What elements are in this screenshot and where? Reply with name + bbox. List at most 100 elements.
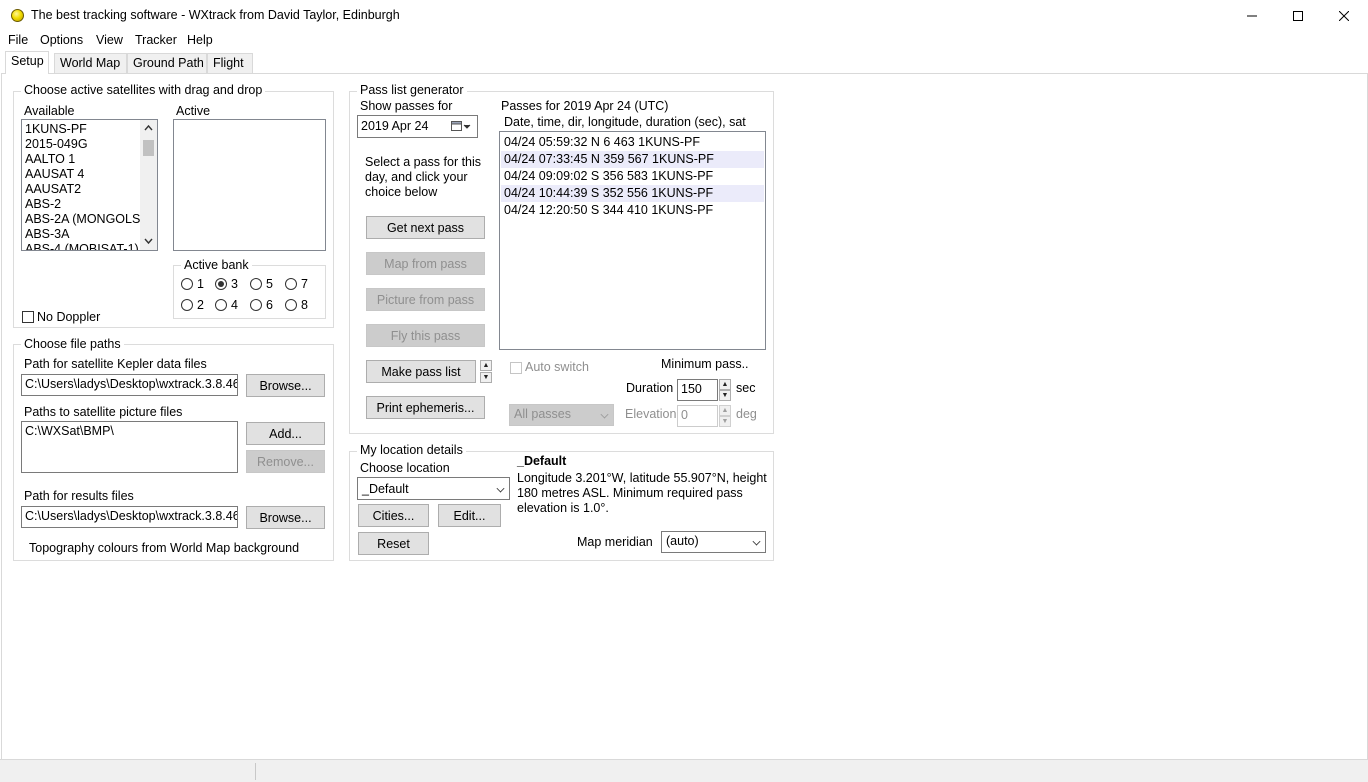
close-button[interactable] — [1321, 0, 1367, 31]
close-icon — [1339, 10, 1349, 21]
list-item[interactable]: AAUSAT2 — [22, 182, 141, 197]
remove-path-button[interactable]: Remove... — [246, 450, 325, 473]
app-icon — [11, 9, 24, 22]
map-from-pass-button[interactable]: Map from pass — [366, 252, 485, 275]
tab-flight[interactable]: Flight — [207, 53, 253, 73]
bank-radio-3[interactable] — [215, 278, 227, 290]
pass-row[interactable]: 04/24 05:59:32 N 6 463 1KUNS-PF — [501, 134, 764, 151]
pass-row[interactable]: 04/24 09:09:02 S 356 583 1KUNS-PF — [501, 168, 764, 185]
bank-radio-8[interactable] — [285, 299, 297, 311]
calendar-icon[interactable] — [451, 120, 473, 132]
add-path-button[interactable]: Add... — [246, 422, 325, 445]
map-meridian-dropdown[interactable]: (auto) — [661, 531, 766, 553]
picture-paths-label: Paths to satellite picture files — [24, 405, 183, 419]
list-item[interactable]: AALTO 1 — [22, 152, 141, 167]
fly-this-pass-button[interactable]: Fly this pass — [366, 324, 485, 347]
list-item[interactable]: AAUSAT 4 — [22, 167, 141, 182]
menu-tracker[interactable]: Tracker — [135, 33, 177, 47]
duration-spin-up[interactable]: ▲ — [719, 379, 731, 390]
bank-radio-label: 1 — [197, 277, 204, 291]
list-item[interactable]: 1KUNS-PF — [22, 122, 141, 137]
reset-location-button[interactable]: Reset — [358, 532, 429, 555]
list-item[interactable]: ABS-2 — [22, 197, 141, 212]
scroll-up-icon[interactable] — [144, 124, 153, 132]
minimize-icon — [1247, 15, 1257, 16]
duration-label: Duration — [626, 381, 674, 395]
pass-row[interactable]: 04/24 07:33:45 N 359 567 1KUNS-PF — [501, 151, 764, 168]
tab-ground-path[interactable]: Ground Path — [127, 53, 207, 73]
date-value: 2019 Apr 24 — [361, 119, 429, 133]
menu-file[interactable]: File — [8, 33, 28, 47]
kepler-path-field[interactable]: C:\Users\ladys\Desktop\wxtrack.3.8.46\ — [21, 374, 238, 396]
bank-radio-6[interactable] — [250, 299, 262, 311]
tab-world-map[interactable]: World Map — [54, 53, 127, 73]
status-bar-divider — [255, 763, 256, 780]
chevron-down-icon — [752, 537, 761, 546]
results-path-field[interactable]: C:\Users\ladys\Desktop\wxtrack.3.8.46\ — [21, 506, 238, 528]
passes-header: Passes for 2019 Apr 24 (UTC) — [501, 99, 669, 113]
elevation-unit: deg — [736, 407, 757, 421]
maximize-button[interactable] — [1275, 0, 1321, 31]
location-name: _Default — [517, 454, 567, 468]
minimize-button[interactable] — [1229, 0, 1275, 31]
maximize-icon — [1293, 10, 1303, 21]
duration-spin-down[interactable]: ▼ — [719, 390, 731, 401]
pass-list-spin-down[interactable]: ▼ — [480, 372, 492, 383]
date-picker[interactable]: 2019 Apr 24 — [357, 115, 478, 138]
choose-location-label: Choose location — [360, 461, 450, 475]
elevation-spin-up[interactable]: ▲ — [719, 405, 731, 416]
bank-radio-2[interactable] — [181, 299, 193, 311]
topography-note: Topography colours from World Map backgr… — [29, 541, 300, 555]
picture-from-pass-button[interactable]: Picture from pass — [366, 288, 485, 311]
pass-list-title: Pass list generator — [357, 83, 467, 97]
satellites-group-title: Choose active satellites with drag and d… — [21, 83, 266, 97]
map-meridian-value: (auto) — [666, 534, 699, 548]
menu-help[interactable]: Help — [187, 33, 213, 47]
browse-kepler-button[interactable]: Browse... — [246, 374, 325, 397]
elevation-spin-down[interactable]: ▼ — [719, 416, 731, 427]
list-item[interactable]: ABS-3A — [22, 227, 141, 242]
no-doppler-checkbox[interactable] — [22, 311, 34, 323]
available-list-scrollbar[interactable] — [140, 120, 157, 250]
active-satellites-list[interactable] — [173, 119, 326, 251]
available-label: Available — [24, 104, 75, 118]
picture-paths-field[interactable]: C:\WXSat\BMP\ — [21, 421, 238, 473]
bank-radio-label: 4 — [231, 298, 238, 312]
duration-field[interactable]: 150 — [677, 379, 718, 401]
tab-setup[interactable]: Setup — [5, 51, 49, 74]
pass-row[interactable]: 04/24 12:20:50 S 344 410 1KUNS-PF — [501, 202, 764, 219]
elevation-field[interactable]: 0 — [677, 405, 718, 427]
cities-button[interactable]: Cities... — [358, 504, 429, 527]
pass-filter-dropdown[interactable]: All passes — [509, 404, 614, 426]
bank-radio-7[interactable] — [285, 278, 297, 290]
kepler-path-label: Path for satellite Kepler data files — [24, 357, 207, 371]
list-item[interactable]: 2015-049G — [22, 137, 141, 152]
list-item[interactable]: ABS-4 (MOBISAT-1) — [22, 242, 141, 250]
edit-location-button[interactable]: Edit... — [438, 504, 501, 527]
menu-view[interactable]: View — [96, 33, 123, 47]
bank-radio-4[interactable] — [215, 299, 227, 311]
browse-results-button[interactable]: Browse... — [246, 506, 325, 529]
chevron-down-icon — [496, 484, 505, 493]
scroll-down-icon[interactable] — [144, 237, 153, 245]
bank-radio-5[interactable] — [250, 278, 262, 290]
make-pass-list-button[interactable]: Make pass list — [366, 360, 476, 383]
menu-options[interactable]: Options — [40, 33, 83, 47]
available-satellites-list[interactable]: 1KUNS-PF 2015-049G AALTO 1 AAUSAT 4 AAUSAT2 A… — [21, 119, 158, 251]
passes-list[interactable]: 04/24 05:59:32 N 6 463 1KUNS-PF 04/24 07:… — [499, 131, 766, 350]
pass-row[interactable]: 04/24 10:44:39 S 352 556 1KUNS-PF — [501, 185, 764, 202]
get-next-pass-button[interactable]: Get next pass — [366, 216, 485, 239]
print-ephemeris-button[interactable]: Print ephemeris... — [366, 396, 485, 419]
list-item[interactable]: ABS-2A (MONGOLSAT — [22, 212, 155, 227]
location-dropdown[interactable]: _Default — [357, 477, 510, 500]
scroll-thumb[interactable] — [143, 140, 154, 156]
pass-list-spin-up[interactable]: ▲ — [480, 360, 492, 371]
bank-radio-label: 5 — [266, 277, 273, 291]
elevation-label: Elevation — [625, 407, 677, 421]
map-meridian-label: Map meridian — [577, 535, 653, 549]
auto-switch-checkbox[interactable] — [510, 362, 522, 374]
window-title: The best tracking software - WXtrack fro… — [31, 8, 400, 22]
location-title: My location details — [357, 443, 466, 457]
bank-radio-1[interactable] — [181, 278, 193, 290]
bank-radio-label: 6 — [266, 298, 273, 312]
